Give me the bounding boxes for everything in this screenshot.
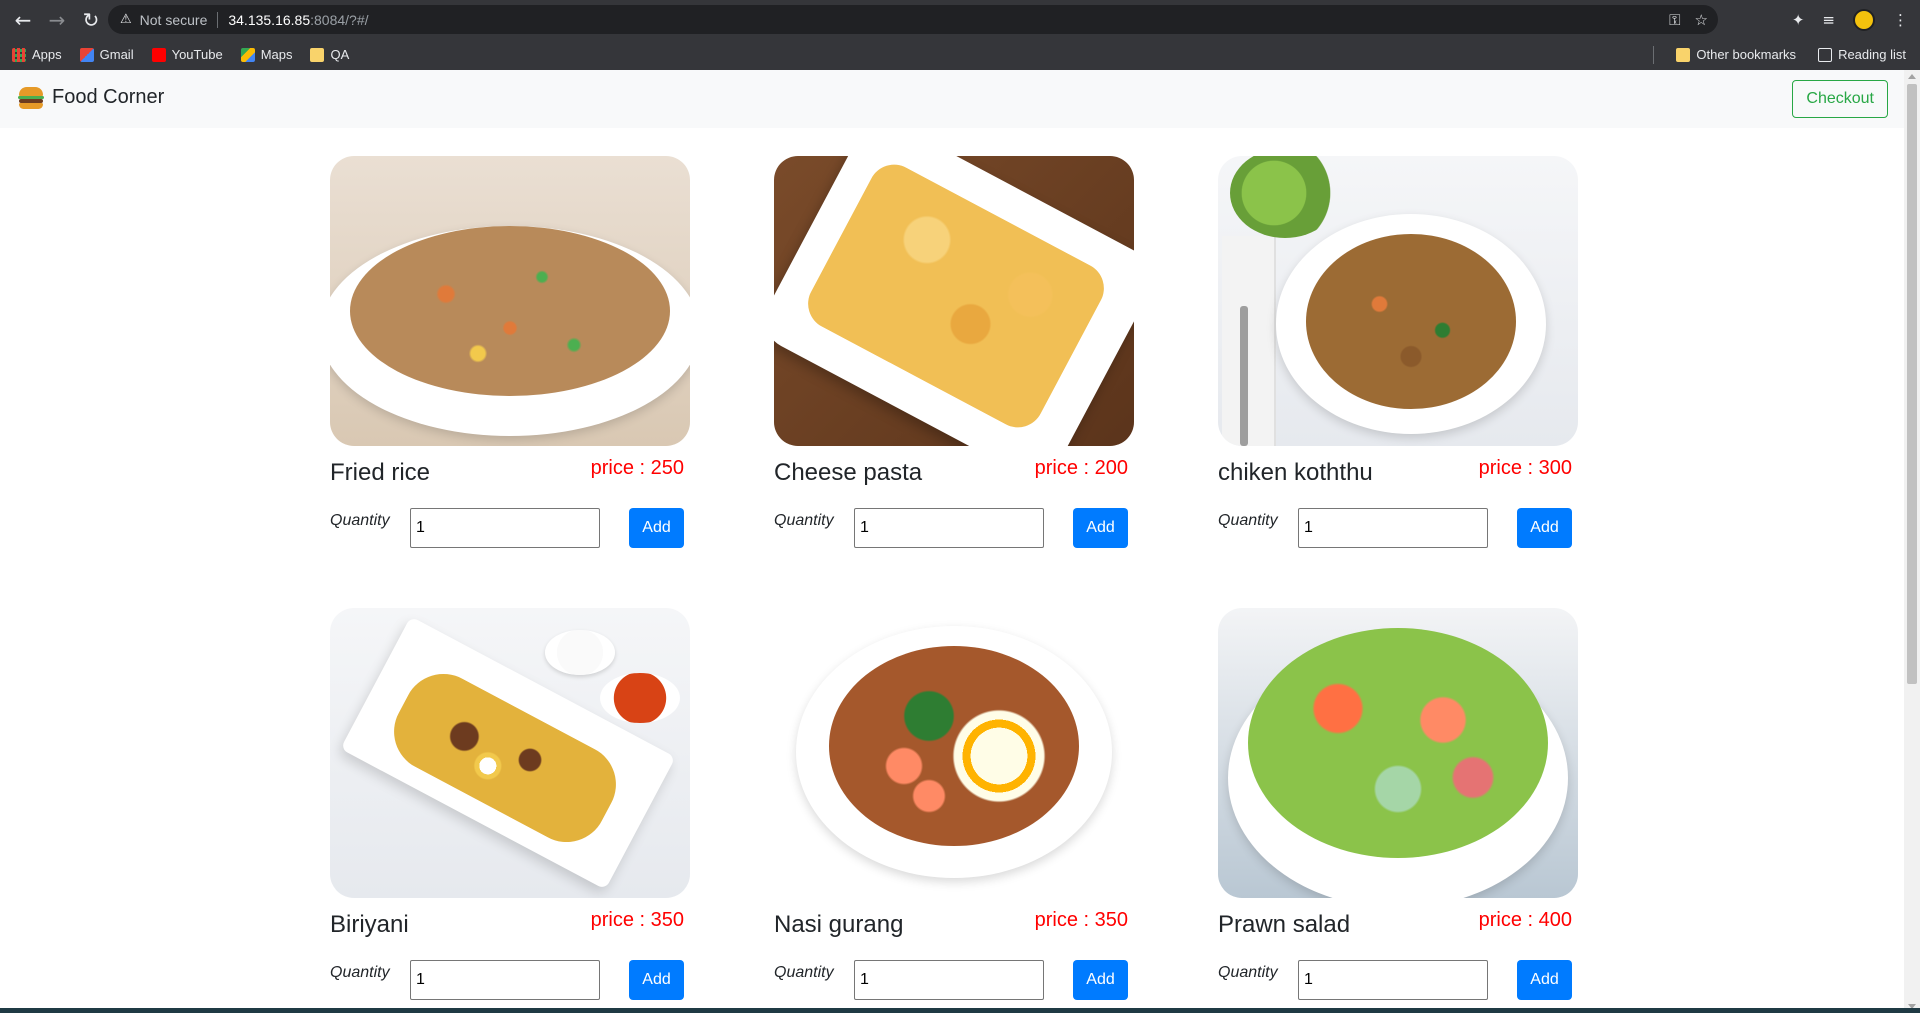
apps-icon	[12, 47, 26, 62]
product-name: Prawn salad	[1218, 911, 1351, 938]
quantity-input[interactable]	[410, 508, 600, 548]
bookmark-label: Gmail	[99, 47, 134, 62]
quantity-input[interactable]	[854, 960, 1044, 1000]
quantity-label: Quantity	[330, 512, 390, 529]
extensions-icon[interactable]: ✦	[1792, 11, 1805, 29]
key-icon[interactable]: ⚿	[1669, 11, 1680, 29]
security-label: Not secure	[139, 11, 208, 28]
url-path: :8084/?#/	[310, 11, 369, 28]
brand[interactable]: Food Corner	[18, 86, 164, 109]
star-icon[interactable]: ☆	[1695, 11, 1708, 29]
reading-list-icon	[1818, 47, 1833, 62]
bookmark-label: Apps	[32, 47, 62, 62]
bookmark-gmail[interactable]: Gmail	[79, 47, 134, 62]
maps-icon	[240, 47, 255, 62]
scroll-thumb[interactable]	[1907, 84, 1917, 684]
quantity-input[interactable]	[1298, 960, 1488, 1000]
product-card: Nasi gurang price : 350 Quantity Add	[774, 608, 1134, 1000]
add-button[interactable]: Add	[1517, 508, 1572, 548]
quantity-label: Quantity	[1218, 964, 1278, 981]
bookmarks-bar-right: Other bookmarks Reading list	[1653, 39, 1906, 70]
quantity-input[interactable]	[410, 960, 600, 1000]
product-card: Fried rice price : 250 Quantity Add	[330, 156, 690, 548]
product-price: price : 350	[1034, 909, 1128, 931]
folder-icon	[1676, 47, 1691, 62]
reading-list[interactable]: Reading list	[1818, 47, 1906, 62]
address-divider	[217, 11, 219, 28]
gmail-icon	[79, 47, 94, 62]
product-name: Fried rice	[330, 459, 431, 486]
quantity-input[interactable]	[1298, 508, 1488, 548]
bookmark-label: QA	[330, 47, 350, 62]
page-viewport: Food Corner Checkout Fried rice price : …	[0, 70, 1904, 1013]
bookmark-label: Maps	[260, 47, 293, 62]
bookmark-apps[interactable]: Apps	[12, 47, 62, 62]
forward-icon[interactable]: →	[40, 3, 74, 37]
quantity-label: Quantity	[330, 964, 390, 981]
browser-toolbar-right: ✦ ≡ ⋮	[1792, 5, 1908, 34]
product-card: chiken koththu price : 300 Quantity Add	[1218, 156, 1578, 548]
bookmark-qa[interactable]: QA	[310, 47, 349, 62]
nasi-gurang-image	[774, 608, 1134, 898]
address-bar-row: ← → ↻ ⚠ Not secure 34.135.16.85:8084/?#/…	[0, 0, 1920, 39]
bookmarks-divider	[1653, 45, 1655, 64]
product-card: Prawn salad price : 400 Quantity Add	[1218, 608, 1578, 1000]
quantity-label: Quantity	[774, 512, 834, 529]
cheese-pasta-image	[774, 156, 1134, 446]
navbar: Food Corner Checkout	[0, 70, 1904, 128]
back-icon[interactable]: ←	[6, 3, 40, 37]
product-name: Cheese pasta	[774, 459, 923, 486]
other-bookmarks[interactable]: Other bookmarks	[1676, 47, 1796, 62]
chiken-koththu-image	[1218, 156, 1578, 446]
prawn-salad-image	[1218, 608, 1578, 898]
add-button[interactable]: Add	[629, 508, 684, 548]
product-name: Nasi gurang	[774, 911, 904, 938]
quantity-input[interactable]	[854, 508, 1044, 548]
product-price: price : 250	[590, 457, 684, 479]
burger-icon	[18, 86, 44, 109]
youtube-icon	[151, 47, 166, 62]
other-bookmarks-label: Other bookmarks	[1696, 47, 1797, 62]
product-price: price : 200	[1034, 457, 1128, 479]
product-name: chiken koththu	[1218, 459, 1373, 486]
url-host: 34.135.16.85	[228, 11, 311, 28]
url-text[interactable]: 34.135.16.85:8084/?#/	[228, 12, 368, 28]
add-button[interactable]: Add	[1517, 960, 1572, 1000]
fried-rice-image	[330, 156, 690, 446]
add-button[interactable]: Add	[629, 960, 684, 1000]
product-price: price : 350	[590, 909, 684, 931]
quantity-label: Quantity	[1218, 512, 1278, 529]
address-bar-actions: ⚿ ☆	[1669, 5, 1708, 34]
brand-title: Food Corner	[52, 86, 165, 108]
product-card: Biriyani price : 350 Quantity Add	[330, 608, 690, 1000]
browser-chrome: ← → ↻ ⚠ Not secure 34.135.16.85:8084/?#/…	[0, 0, 1920, 70]
product-name: Biriyani	[330, 911, 409, 938]
add-button[interactable]: Add	[1073, 508, 1128, 548]
product-card: Cheese pasta price : 200 Quantity Add	[774, 156, 1134, 548]
scroll-up-icon[interactable]	[1908, 74, 1916, 79]
folder-icon	[310, 47, 325, 62]
media-icon[interactable]: ≡	[1822, 11, 1835, 29]
taskbar-edge	[0, 1008, 1920, 1013]
add-button[interactable]: Add	[1073, 960, 1128, 1000]
quantity-label: Quantity	[774, 964, 834, 981]
biriyani-image	[330, 608, 690, 898]
profile-avatar[interactable]	[1853, 8, 1875, 31]
product-price: price : 300	[1478, 457, 1572, 479]
address-bar[interactable]: ⚠ Not secure 34.135.16.85:8084/?#/ ⚿ ☆	[108, 5, 1718, 34]
reload-icon[interactable]: ↻	[74, 3, 108, 37]
menu-icon[interactable]: ⋮	[1893, 11, 1908, 29]
bookmark-label: YouTube	[171, 47, 223, 62]
checkout-button[interactable]: Checkout	[1792, 80, 1888, 118]
warning-icon: ⚠	[120, 12, 132, 27]
reading-list-label: Reading list	[1838, 47, 1906, 62]
product-price: price : 400	[1478, 909, 1572, 931]
page-scrollbar[interactable]	[1904, 70, 1920, 1013]
bookmarks-bar: Apps Gmail YouTube Maps QA Other bookmar…	[0, 39, 1920, 70]
bookmark-youtube[interactable]: YouTube	[151, 47, 223, 62]
bookmark-maps[interactable]: Maps	[240, 47, 293, 62]
